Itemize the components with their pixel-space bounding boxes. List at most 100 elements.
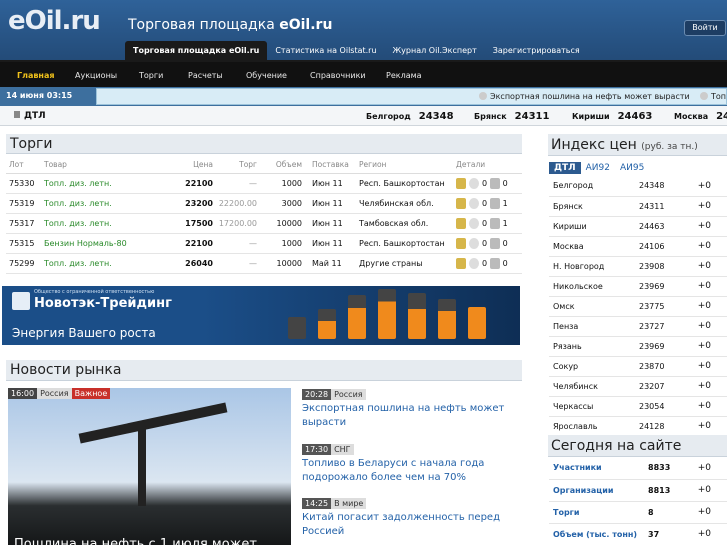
document-icon[interactable]: [456, 177, 466, 189]
trade-details: 0 1: [453, 193, 522, 214]
trade-region: Тамбовская обл.: [356, 213, 453, 234]
lot-number[interactable]: 75330: [6, 173, 41, 194]
login-button[interactable]: Войти: [684, 20, 726, 36]
price-value: 24311: [514, 111, 550, 122]
news-link[interactable]: Топливо в Беларуси с начала года подорож…: [302, 457, 527, 485]
index-city[interactable]: Черкассы: [549, 396, 639, 417]
trade-row[interactable]: 75299 Топл. диз. летн. 26040—10000 Май 11 Др…: [6, 253, 522, 274]
advert-banner[interactable]: Общество с ограниченной ответственностью…: [2, 286, 520, 345]
index-city[interactable]: Брянск: [549, 196, 639, 217]
tab-dtl[interactable]: ДТЛ: [549, 162, 581, 174]
lot-number[interactable]: 75299: [6, 253, 41, 274]
nav-auctions[interactable]: Аукционы: [75, 71, 117, 80]
index-delta: +0: [694, 376, 727, 397]
document-icon[interactable]: [456, 197, 466, 209]
trade-bid: —: [215, 233, 259, 254]
ticker-item[interactable]: Топ: [700, 92, 726, 101]
ticker-item[interactable]: Экспортная пошлина на нефть может выраст…: [479, 92, 690, 101]
comment-icon[interactable]: [469, 177, 479, 189]
index-city[interactable]: Ярославль: [549, 416, 639, 437]
nav-ads[interactable]: Реклама: [386, 71, 422, 80]
news-link[interactable]: Экспортная пошлина на нефть может выраст…: [302, 402, 527, 430]
tab-journal[interactable]: Журнал Oil.Эксперт: [385, 41, 485, 60]
price-strip-item: Брянск 24311: [474, 111, 549, 122]
index-city[interactable]: Кириши: [549, 216, 639, 237]
trade-row[interactable]: 75315 Бензин Нормаль-80 22100—1000 Июн 11 Ре…: [6, 233, 522, 254]
trade-row[interactable]: 75319 Топл. диз. летн. 23200 22200.00 3000 Ию…: [6, 193, 522, 214]
lot-number[interactable]: 75319: [6, 193, 41, 214]
site-logo[interactable]: eOil.ru: [8, 6, 101, 36]
index-city[interactable]: Рязань: [549, 336, 639, 357]
battery-icon: [318, 309, 336, 339]
bids-icon[interactable]: [489, 177, 500, 189]
index-delta: +0: [694, 356, 727, 377]
trade-row[interactable]: 75317 Топл. диз. летн. 17500 17200.00 10000 И…: [6, 213, 522, 234]
today-row: Участники 8833 +0: [549, 457, 727, 480]
nav-calculations[interactable]: Расчеты: [188, 71, 223, 80]
nav-learning[interactable]: Обучение: [246, 71, 287, 80]
news-important-badge: Важное: [71, 388, 111, 399]
today-label[interactable]: Торги: [549, 501, 648, 524]
bids-icon[interactable]: [489, 197, 500, 209]
index-city[interactable]: Белгород: [549, 176, 639, 197]
index-city[interactable]: Пенза: [549, 316, 639, 337]
trades-heading[interactable]: Торги: [6, 134, 522, 154]
price-index-heading: Индекс цен (руб. за тн.): [548, 134, 727, 156]
lot-number[interactable]: 75315: [6, 233, 41, 254]
comment-count: 0: [482, 198, 488, 208]
today-heading: Сегодня на сайте: [548, 435, 727, 457]
index-delta: +0: [694, 236, 727, 257]
tab-ai95[interactable]: АИ95: [615, 162, 649, 174]
price-index-unit: (руб. за тн.): [641, 142, 698, 152]
index-city[interactable]: Челябинск: [549, 376, 639, 397]
index-city[interactable]: Сокур: [549, 356, 639, 377]
news-main-headline[interactable]: Пошлина на нефть с 1 июля может: [14, 537, 257, 545]
bids-icon[interactable]: [489, 217, 500, 229]
bids-icon[interactable]: [489, 257, 500, 269]
fuel-pump-icon: [14, 111, 20, 118]
bids-icon[interactable]: [489, 237, 500, 249]
nav-trades[interactable]: Торги: [139, 71, 163, 80]
index-city[interactable]: Никольское: [549, 276, 639, 297]
comment-icon[interactable]: [469, 217, 479, 229]
comment-icon[interactable]: [469, 197, 479, 209]
tab-marketplace[interactable]: Торговая площадка eOil.ru: [125, 41, 268, 60]
document-icon[interactable]: [456, 237, 466, 249]
trade-bid: —: [215, 173, 259, 194]
today-label[interactable]: Участники: [549, 457, 648, 480]
news-time: 17:30: [302, 444, 332, 455]
company-logo-icon: [12, 292, 30, 310]
index-delta: +0: [694, 176, 727, 197]
index-city[interactable]: Омск: [549, 296, 639, 317]
price-value: 24463: [617, 111, 653, 122]
news-link[interactable]: Китай погасит задолженность перед Россие…: [302, 511, 527, 539]
index-city[interactable]: Н. Новгород: [549, 256, 639, 277]
news-main-photo[interactable]: 16:00 Россия Важное Пошлина на нефть с 1 и…: [8, 388, 291, 545]
comment-icon[interactable]: [469, 237, 479, 249]
comment-count: 0: [482, 238, 488, 248]
trade-item-link[interactable]: Бензин Нормаль-80: [41, 233, 177, 254]
top-tabs: Торговая площадка eOil.ru Статистика на …: [125, 41, 588, 60]
tab-register[interactable]: Зарегистрироваться: [485, 41, 588, 60]
news-heading[interactable]: Новости рынка: [6, 360, 522, 381]
trade-item-link[interactable]: Топл. диз. летн.: [41, 193, 177, 214]
document-icon[interactable]: [456, 217, 466, 229]
tab-ai92[interactable]: АИ92: [581, 162, 615, 174]
today-label[interactable]: Объем (тыс. тонн): [549, 523, 648, 545]
nav-references[interactable]: Справочники: [310, 71, 366, 80]
document-icon[interactable]: [456, 257, 466, 269]
tab-statistics[interactable]: Статистика на Oilstat.ru: [267, 41, 384, 60]
comment-icon[interactable]: [469, 257, 479, 269]
index-row: Ярославль 24128 +0: [549, 416, 727, 437]
lot-number[interactable]: 75317: [6, 213, 41, 234]
trade-item-link[interactable]: Топл. диз. летн.: [41, 213, 177, 234]
trade-item-link[interactable]: Топл. диз. летн.: [41, 253, 177, 274]
trade-item-link[interactable]: Топл. диз. летн.: [41, 173, 177, 194]
index-city[interactable]: Москва: [549, 236, 639, 257]
trade-row[interactable]: 75330 Топл. диз. летн. 22100—1000 Июн 11 Рес…: [6, 173, 522, 194]
news-region: Россия: [37, 388, 72, 399]
news-time: 14:25: [302, 498, 332, 509]
trade-volume: 3000: [259, 193, 304, 214]
today-label[interactable]: Организации: [549, 479, 648, 502]
nav-home[interactable]: Главная: [17, 71, 54, 80]
